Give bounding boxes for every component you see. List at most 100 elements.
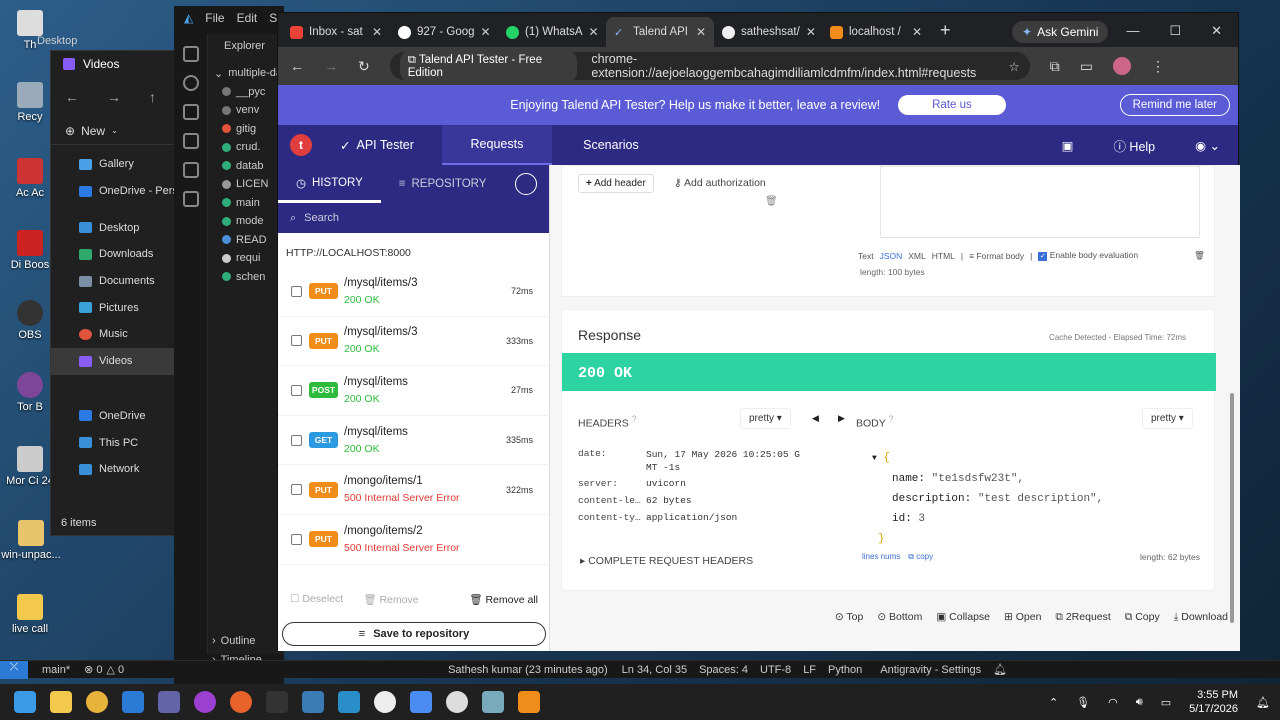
- history-row[interactable]: POST/mysql/items 200 OK 27ms: [278, 366, 549, 416]
- nav-item-onedrive[interactable]: OneDrive: [51, 403, 184, 430]
- remote-indicator[interactable]: ⤫: [0, 660, 28, 679]
- outline-section[interactable]: › Outline: [208, 632, 256, 651]
- row-checkbox[interactable]: [291, 434, 302, 446]
- history-search[interactable]: ⌕ Search: [278, 203, 549, 233]
- collapse-left-icon[interactable]: ◀: [812, 413, 819, 424]
- site-info-chip[interactable]: ⧉ Talend API Tester - Free Edition: [399, 50, 578, 82]
- enable-eval-checkbox[interactable]: ✓ Enable body evaluation: [1038, 250, 1138, 261]
- extensions-icon[interactable]: ⧉: [1050, 58, 1060, 75]
- file-item[interactable]: READ: [208, 231, 284, 250]
- close-icon[interactable]: ✕: [589, 25, 599, 39]
- chevron-up-icon[interactable]: ⌃: [1049, 696, 1058, 709]
- body-textarea[interactable]: [880, 166, 1200, 238]
- run-debug-icon[interactable]: [182, 133, 199, 149]
- profile-avatar[interactable]: [1112, 57, 1131, 75]
- tab-repository[interactable]: ≡ REPOSITORY: [381, 165, 505, 203]
- errors-icon[interactable]: ⊗: [84, 663, 93, 676]
- trash-icon[interactable]: 🗑︎: [765, 196, 778, 207]
- file-item[interactable]: datab: [208, 157, 284, 176]
- star-icon[interactable]: ☆: [1009, 59, 1020, 74]
- add-header-button[interactable]: + Add header: [578, 174, 654, 193]
- deselect-button[interactable]: ☐ Deselect: [290, 593, 343, 606]
- remind-later-button[interactable]: Remind me later: [1119, 94, 1230, 116]
- search-icon[interactable]: [182, 75, 199, 91]
- complete-request-headers-toggle[interactable]: ▸ COMPLETE REQUEST HEADERS: [580, 555, 753, 567]
- format-text[interactable]: Text: [858, 251, 874, 261]
- app-icon[interactable]: [446, 691, 468, 713]
- nav-item-gallery[interactable]: Gallery: [51, 151, 184, 178]
- nav-item-desktop[interactable]: Desktop: [51, 214, 184, 241]
- file-item[interactable]: LICEN: [208, 175, 284, 194]
- microphone-icon[interactable]: 🎙︎: [1076, 696, 1090, 709]
- nav-item-this-pc[interactable]: This PC: [51, 429, 184, 456]
- trash-icon[interactable]: 🗑︎: [1194, 250, 1205, 261]
- save-to-repository-button[interactable]: ≡ Save to repository: [282, 622, 546, 646]
- tab-gmail[interactable]: Inbox - sat ✕: [282, 17, 390, 47]
- settings-indicator[interactable]: Antigravity - Settings: [880, 664, 981, 676]
- body-pretty-select[interactable]: pretty ▾: [1142, 408, 1193, 429]
- clock[interactable]: 3:55 PM 5/17/2026: [1189, 688, 1238, 716]
- app-icon[interactable]: [338, 691, 360, 713]
- notification-bell-icon[interactable]: 🔔︎: [1256, 696, 1270, 709]
- forward-arrow-icon[interactable]: →: [324, 58, 338, 74]
- row-checkbox[interactable]: [291, 484, 302, 496]
- menu-file[interactable]: File: [205, 11, 224, 25]
- format-xml[interactable]: XML: [908, 251, 925, 261]
- history-row[interactable]: PUT/mysql/items/3 200 OK 333ms: [278, 317, 549, 367]
- tab-google[interactable]: 927 - Goog ✕: [390, 17, 498, 47]
- vscode-icon[interactable]: [122, 691, 144, 713]
- language-mode[interactable]: Python: [828, 664, 862, 676]
- folder-root[interactable]: ⌄ multiple-da: [208, 64, 284, 83]
- nav-item-documents[interactable]: Documents: [51, 268, 184, 295]
- app-icon[interactable]: [302, 691, 324, 713]
- app-icon[interactable]: [518, 691, 540, 713]
- windows-start-icon[interactable]: [14, 691, 36, 713]
- format-html[interactable]: HTML: [932, 251, 955, 261]
- back-arrow-icon[interactable]: ←: [65, 89, 79, 105]
- open-button[interactable]: ⊞ Open: [1004, 611, 1041, 623]
- battery-icon[interactable]: ▭: [1161, 696, 1171, 709]
- close-window-icon[interactable]: ✕: [1211, 23, 1222, 39]
- tab-localhost[interactable]: localhost / ✕: [822, 17, 930, 47]
- file-item[interactable]: schen: [208, 268, 284, 287]
- minimize-icon[interactable]: —: [1126, 23, 1139, 39]
- bottom-button[interactable]: ⊙ Bottom: [877, 611, 922, 623]
- scrollbar[interactable]: [1230, 165, 1238, 635]
- url-text[interactable]: chrome-extension://aejoelaoggembcahagimd…: [591, 52, 994, 80]
- row-checkbox[interactable]: [291, 335, 302, 347]
- close-icon[interactable]: ✕: [481, 25, 491, 39]
- export-icon[interactable]: [515, 173, 537, 195]
- history-row[interactable]: GET/mysql/items 200 OK 335ms: [278, 416, 549, 466]
- nav-item-onedrive-personal[interactable]: OneDrive - Person: [51, 178, 190, 205]
- top-button[interactable]: ⊙ Top: [835, 611, 863, 623]
- add-authorization-button[interactable]: ⚷ Add authorization: [674, 177, 766, 189]
- file-explorer-icon[interactable]: [50, 691, 72, 713]
- file-item[interactable]: __pyc: [208, 83, 284, 102]
- close-icon[interactable]: ✕: [806, 25, 816, 39]
- new-button[interactable]: ⊕ New ⌄: [51, 117, 184, 145]
- file-item[interactable]: main: [208, 194, 284, 213]
- nav-item-music[interactable]: Music: [51, 321, 184, 348]
- app-icon[interactable]: [374, 691, 396, 713]
- app-icon[interactable]: [194, 691, 216, 713]
- up-arrow-icon[interactable]: ↑: [149, 89, 156, 105]
- new-tab-icon[interactable]: +: [930, 20, 961, 47]
- collapse-right-icon[interactable]: ▶: [838, 413, 845, 424]
- format-json[interactable]: JSON: [880, 251, 903, 261]
- teams-icon[interactable]: [158, 691, 180, 713]
- history-row[interactable]: PUT/mysql/items/3 200 OK 72ms: [278, 267, 549, 317]
- extensions-icon[interactable]: [182, 191, 199, 207]
- copy-button[interactable]: ⧉ copy: [908, 552, 933, 562]
- rate-us-button[interactable]: Rate us: [898, 95, 1006, 115]
- files-icon[interactable]: [182, 46, 199, 62]
- nav-item-downloads[interactable]: Downloads: [51, 241, 184, 268]
- omnibox[interactable]: ⧉ Talend API Tester - Free Edition chrom…: [389, 50, 1030, 82]
- file-item[interactable]: mode: [208, 212, 284, 231]
- account-icon[interactable]: ◉ ⌄: [1195, 138, 1220, 153]
- history-row[interactable]: PUT/mongo/items/2 500 Internal Server Err…: [278, 515, 549, 565]
- eol[interactable]: LF: [803, 664, 816, 676]
- scrollbar-thumb[interactable]: [1230, 393, 1234, 623]
- file-item[interactable]: gitig: [208, 120, 284, 139]
- format-body-button[interactable]: ≡ Format body: [969, 251, 1024, 261]
- download-button[interactable]: ⤓ Download: [1174, 611, 1228, 624]
